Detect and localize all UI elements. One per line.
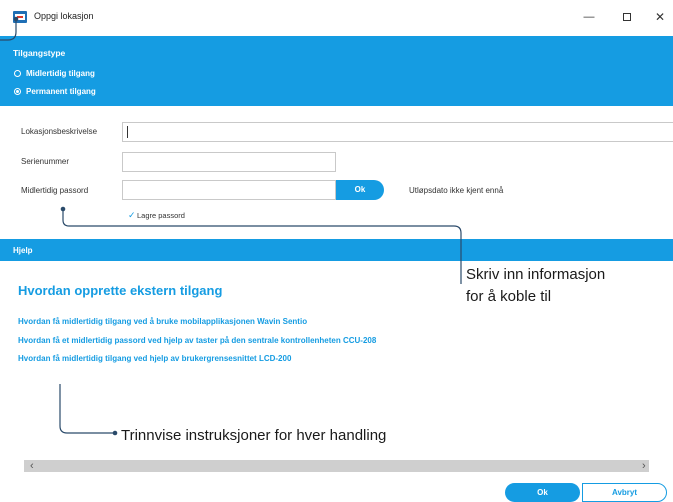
description-input[interactable]	[122, 122, 673, 142]
password-label: Midlertidig passord	[21, 186, 89, 195]
radio-permanent-access[interactable]: Permanent tilgang	[14, 87, 96, 96]
close-button[interactable]: ✕	[651, 8, 669, 26]
access-type-panel: Tilgangstype Midlertidig tilgang Permane…	[0, 36, 673, 106]
help-link-lcd[interactable]: Hvordan få midlertidig tilgang ved hjelp…	[18, 354, 291, 363]
scroll-left-icon[interactable]: ‹	[30, 460, 34, 472]
radio-icon[interactable]	[14, 70, 21, 77]
maximize-icon	[623, 13, 631, 21]
maximize-button[interactable]	[618, 8, 636, 26]
radio-checked-icon[interactable]	[14, 88, 21, 95]
help-title: Hjelp	[13, 246, 33, 255]
save-password-label: Lagre passord	[137, 211, 185, 220]
password-ok-button[interactable]: Ok	[336, 180, 384, 200]
temporary-password-input[interactable]	[122, 180, 336, 200]
cancel-button[interactable]: Avbryt	[582, 483, 667, 502]
text-caret	[127, 126, 128, 138]
app-icon	[13, 11, 27, 23]
save-password-checkbox[interactable]: ✓	[128, 210, 136, 221]
callout-connect-line2: for å koble til	[466, 288, 552, 305]
window-titlebar: Oppgi lokasjon — ✕	[0, 0, 673, 34]
horizontal-scrollbar[interactable]	[24, 460, 649, 472]
scroll-right-icon[interactable]: ›	[642, 460, 646, 472]
radio-label: Permanent tilgang	[26, 87, 96, 96]
window-title: Oppgi lokasjon	[34, 11, 94, 21]
help-link-ccu-keys[interactable]: Hvordan få et midlertidig passord ved hj…	[18, 336, 376, 345]
expiry-status-text: Utløpsdato ikke kjent ennå	[409, 186, 504, 195]
serial-label: Serienummer	[21, 157, 70, 166]
radio-label: Midlertidig tilgang	[26, 69, 95, 78]
access-type-heading: Tilgangstype	[13, 48, 66, 58]
ok-button[interactable]: Ok	[505, 483, 580, 502]
help-heading: Hvordan opprette ekstern tilgang	[18, 283, 223, 298]
steps-annotation-line	[59, 384, 114, 434]
callout-steps: Trinnvise instruksjoner for hver handlin…	[121, 427, 387, 444]
steps-annotation-dot	[112, 430, 118, 436]
description-label: Lokasjonsbeskrivelse	[21, 127, 98, 136]
help-bar: Hjelp	[0, 239, 673, 261]
minimize-button[interactable]: —	[580, 8, 598, 26]
callout-connect-line1: Skriv inn informasjon	[466, 266, 606, 283]
callout-connect: Skriv inn informasjon for å koble til	[466, 264, 666, 308]
radio-temporary-access[interactable]: Midlertidig tilgang	[14, 69, 95, 78]
help-link-mobile-app[interactable]: Hvordan få midlertidig tilgang ved å bru…	[18, 317, 307, 326]
serial-number-input[interactable]	[122, 152, 336, 172]
connect-annotation-dot	[60, 206, 66, 212]
